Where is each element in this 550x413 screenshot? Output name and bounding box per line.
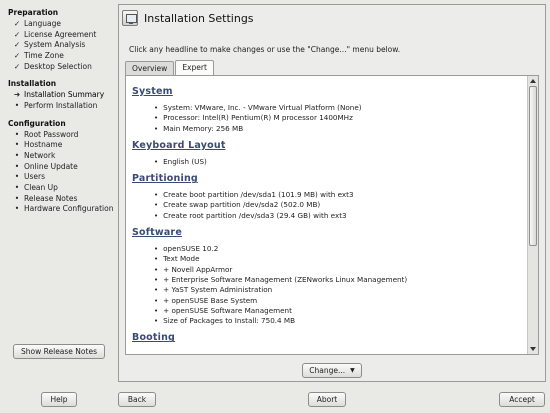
section-link-keyboard-layout[interactable]: Keyboard Layout: [132, 140, 528, 151]
list-item: + Novell AppArmor: [154, 265, 528, 275]
sidebar-item-time-zone: ✓ Time Zone: [0, 50, 120, 61]
list-item: + YaST System Administration: [154, 285, 528, 295]
section-list-partitioning: Create boot partition /dev/sda1 (101.9 M…: [154, 190, 528, 221]
main-panel: Installation Settings Click any headline…: [118, 4, 546, 382]
change-menu-button[interactable]: Change... ▼: [302, 363, 362, 378]
sidebar-item-label: Release Notes: [24, 193, 78, 203]
sidebar-item-release-notes: • Release Notes: [0, 193, 120, 204]
sidebar-item-clean-up: • Clean Up: [0, 182, 120, 193]
sidebar-item-label: Users: [24, 172, 46, 182]
sidebar-item-system-analysis: ✓ System Analysis: [0, 39, 120, 50]
sidebar-item-online-update: • Online Update: [0, 161, 120, 172]
section-list-system: System: VMware, Inc. - VMware Virtual Pl…: [154, 103, 528, 134]
list-item: Main Memory: 256 MB: [154, 124, 528, 134]
dropdown-arrow-icon: ▼: [350, 367, 355, 374]
settings-summary-pane: System System: VMware, Inc. - VMware Vir…: [125, 75, 539, 355]
scroll-up-arrow-icon[interactable]: [528, 76, 538, 86]
list-item: Create root partition /dev/sda3 (29.4 GB…: [154, 211, 528, 221]
bullet-icon: •: [14, 100, 20, 110]
show-release-notes-button[interactable]: Show Release Notes: [13, 344, 105, 359]
section-link-booting[interactable]: Booting: [132, 332, 528, 343]
sidebar-item-label: Desktop Selection: [24, 61, 92, 71]
sidebar-item-root-password: • Root Password: [0, 129, 120, 140]
sidebar-section-installation: Installation ➜ Installation Summary • Pe…: [0, 73, 120, 110]
sidebar-item-label: Time Zone: [24, 50, 64, 60]
step-sidebar: Preparation ✓ Language ✓ License Agreeme…: [0, 0, 120, 370]
bullet-icon: •: [14, 129, 20, 139]
sidebar-item-label: Root Password: [24, 129, 79, 139]
list-item: Create swap partition /dev/sda2 (502.0 M…: [154, 200, 528, 210]
abort-button[interactable]: Abort: [308, 392, 346, 407]
list-item: System: VMware, Inc. - VMware Virtual Pl…: [154, 103, 528, 113]
tab-bar: Overview Expert: [125, 60, 215, 75]
sidebar-item-license-agreement: ✓ License Agreement: [0, 29, 120, 40]
sidebar-item-desktop-selection: ✓ Desktop Selection: [0, 61, 120, 72]
list-item: + Enterprise Software Management (ZENwor…: [154, 275, 528, 285]
sidebar-section-configuration: Configuration • Root Password • Hostname…: [0, 113, 120, 215]
sidebar-item-label: Clean Up: [24, 183, 58, 193]
vertical-scrollbar[interactable]: [527, 76, 538, 354]
back-button[interactable]: Back: [118, 392, 156, 407]
change-button-label: Change...: [309, 366, 346, 375]
accept-button[interactable]: Accept: [499, 392, 545, 407]
help-button[interactable]: Help: [41, 392, 77, 407]
list-item: Create boot partition /dev/sda1 (101.9 M…: [154, 190, 528, 200]
checkmark-icon: ✓: [13, 29, 21, 39]
sidebar-item-label: Perform Installation: [24, 100, 98, 110]
list-item: + openSUSE Software Management: [154, 306, 528, 316]
sidebar-item-label: Language: [24, 18, 62, 28]
checkmark-icon: ✓: [13, 50, 21, 60]
sidebar-item-label: Network: [24, 151, 56, 161]
tab-expert[interactable]: Expert: [175, 60, 214, 75]
sidebar-item-label: Online Update: [24, 161, 78, 171]
checkmark-icon: ✓: [13, 61, 21, 71]
sidebar-item-hardware-configuration: • Hardware Configuration: [0, 204, 120, 215]
list-item: Size of Packages to Install: 750.4 MB: [154, 316, 528, 326]
bullet-icon: •: [14, 204, 20, 214]
sidebar-item-network: • Network: [0, 150, 120, 161]
section-link-software[interactable]: Software: [132, 227, 528, 238]
sidebar-item-users: • Users: [0, 172, 120, 183]
current-step-arrow-icon: ➜: [13, 90, 21, 100]
panel-header: Installation Settings: [122, 8, 254, 28]
sidebar-item-label: License Agreement: [24, 29, 97, 39]
list-item: Text Mode: [154, 254, 528, 264]
intro-text: Click any headline to make changes or us…: [129, 45, 401, 54]
section-link-partitioning[interactable]: Partitioning: [132, 173, 528, 184]
sidebar-section-preparation: Preparation ✓ Language ✓ License Agreeme…: [0, 2, 120, 71]
sidebar-item-language: ✓ Language: [0, 18, 120, 29]
sidebar-heading: Installation: [8, 79, 57, 89]
checkmark-icon: ✓: [13, 18, 21, 28]
section-list-software: openSUSE 10.2 Text Mode + Novell AppArmo…: [154, 244, 528, 326]
page-title: Installation Settings: [144, 11, 254, 25]
sidebar-item-label: Hardware Configuration: [24, 204, 114, 214]
sidebar-item-hostname: • Hostname: [0, 140, 120, 151]
sidebar-item-installation-summary: ➜ Installation Summary: [0, 89, 120, 100]
sidebar-item-label: System Analysis: [24, 40, 86, 50]
bullet-icon: •: [14, 193, 20, 203]
sidebar-item-label: Hostname: [24, 140, 63, 150]
scroll-down-arrow-icon[interactable]: [528, 344, 538, 354]
tab-overview[interactable]: Overview: [125, 61, 175, 75]
list-item: English (US): [154, 157, 528, 167]
installation-settings-icon: [122, 10, 138, 26]
bullet-icon: •: [14, 151, 20, 161]
sidebar-heading: Configuration: [8, 118, 66, 128]
list-item: Processor: Intel(R) Pentium(R) M process…: [154, 113, 528, 123]
sidebar-heading: Preparation: [8, 8, 59, 17]
bullet-icon: •: [14, 172, 20, 182]
list-item: + openSUSE Base System: [154, 296, 528, 306]
bullet-icon: •: [14, 161, 20, 171]
checkmark-icon: ✓: [13, 40, 21, 50]
section-list-keyboard-layout: English (US): [154, 157, 528, 167]
list-item: openSUSE 10.2: [154, 244, 528, 254]
bullet-icon: •: [14, 183, 20, 193]
scroll-thumb[interactable]: [529, 86, 537, 246]
sidebar-item-perform-installation: • Perform Installation: [0, 100, 120, 111]
sidebar-item-label: Installation Summary: [24, 90, 105, 100]
settings-summary-content: System System: VMware, Inc. - VMware Vir…: [126, 76, 528, 354]
section-link-system[interactable]: System: [132, 86, 528, 97]
bullet-icon: •: [14, 140, 20, 150]
